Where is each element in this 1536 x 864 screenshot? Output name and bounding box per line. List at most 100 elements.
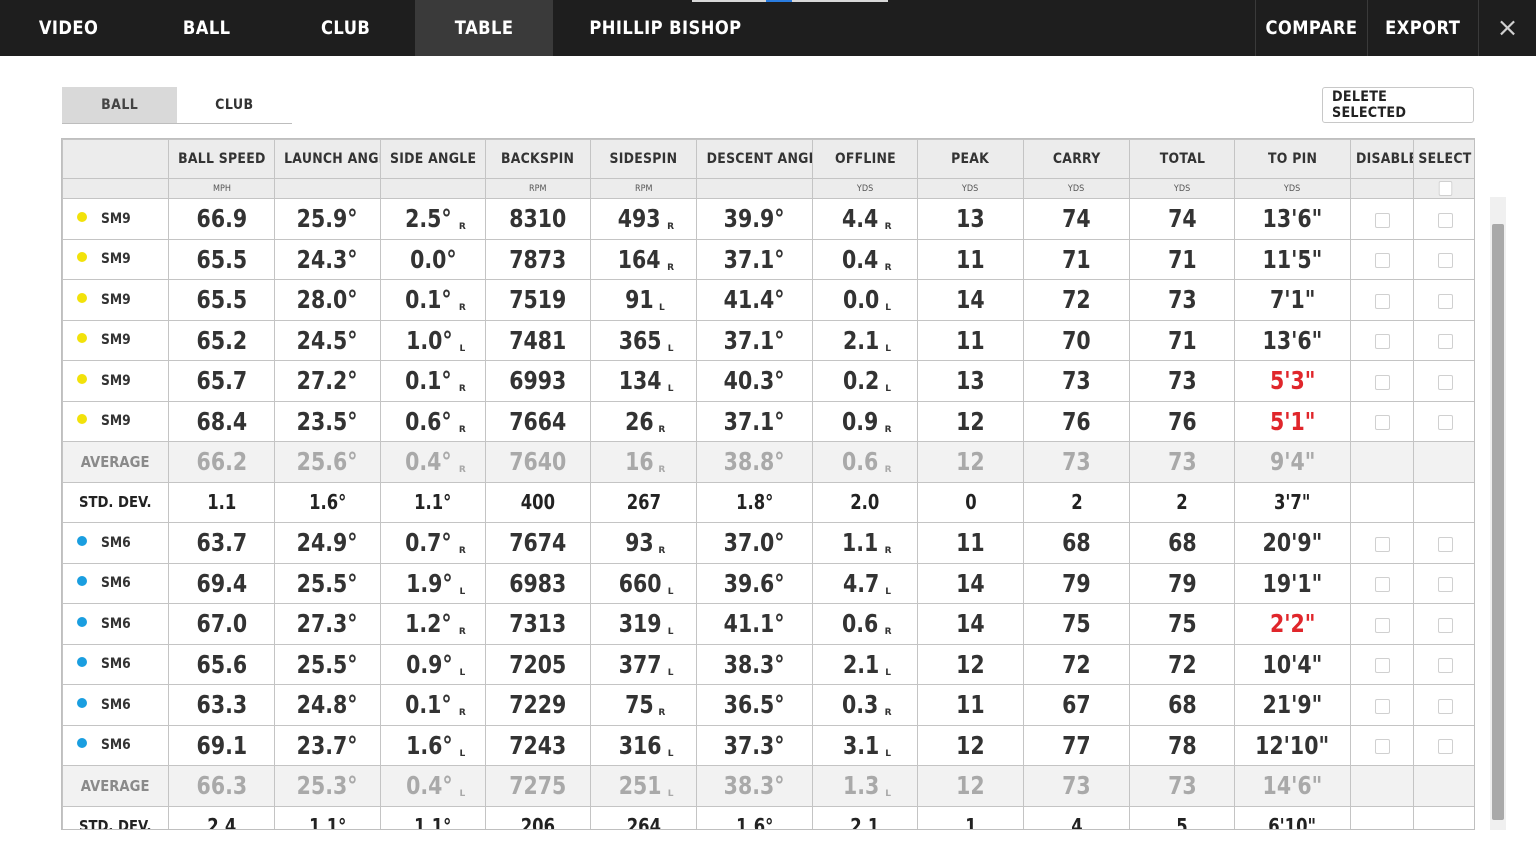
- column-header-ball-speed[interactable]: BALL SPEED: [168, 139, 275, 179]
- column-header-total[interactable]: TOTAL: [1129, 139, 1235, 179]
- column-header-backspin[interactable]: BACKSPIN: [485, 139, 591, 179]
- table-row[interactable]: SM9 65.7 27.2° 0.1° R 6993 134 L 40.3° 0.2 L 13 73 73…: [62, 360, 1474, 402]
- launch-angle-cell: 25.9°: [274, 198, 381, 240]
- table-row[interactable]: SM6 69.1 23.7° 1.6° L 7243 316 L 37.3° 3.1 L 12 77 78…: [62, 724, 1474, 766]
- table-row[interactable]: SM9 65.2 24.5° 1.0° L 7481 365 L 37.1° 2.1 L 11 70 71…: [62, 319, 1474, 361]
- cell-value: 20'9": [1262, 528, 1323, 558]
- disable-checkbox[interactable]: [1374, 577, 1390, 593]
- disable-checkbox[interactable]: [1374, 374, 1390, 390]
- cell-value: 67.0: [196, 609, 247, 639]
- select-checkbox[interactable]: [1437, 536, 1453, 552]
- table-body: SM9 66.9 25.9° 2.5° R 8310 493 R 39.9° 4.4 R 13 74 74…: [62, 198, 1474, 829]
- subtab-club[interactable]: CLUB: [177, 87, 292, 123]
- backspin-cell: 400: [485, 481, 591, 523]
- cell-value: 1.1°: [414, 490, 452, 515]
- column-header-disable[interactable]: DISABLE: [1350, 139, 1414, 179]
- direction-indicator: R: [458, 708, 466, 719]
- backspin-cell: 7481: [485, 319, 591, 361]
- disable-checkbox[interactable]: [1374, 253, 1390, 269]
- disable-cell: [1350, 360, 1414, 402]
- table-row[interactable]: SM9 65.5 28.0° 0.1° R 7519 91 L 41.4° 0.0 L 14 72 73 7…: [62, 279, 1474, 321]
- table-row[interactable]: SM9 65.5 24.3° 0.0° 7873 164 R 37.1° 0.4 R 11 71 71 1…: [62, 238, 1474, 280]
- disable-checkbox[interactable]: [1374, 334, 1390, 350]
- cell-value: 25.3°: [297, 771, 358, 801]
- tab-club[interactable]: CLUB: [276, 0, 415, 56]
- column-header-sidespin[interactable]: SIDESPIN: [590, 139, 697, 179]
- table-row[interactable]: SM9 66.9 25.9° 2.5° R 8310 493 R 39.9° 4.4 R 13 74 74…: [62, 198, 1474, 240]
- direction-indicator: L: [885, 586, 892, 597]
- disable-checkbox[interactable]: [1374, 698, 1390, 714]
- select-cell: [1413, 319, 1474, 361]
- column-header-club[interactable]: [62, 139, 169, 179]
- cell-value: 0.1°: [405, 366, 452, 396]
- table-row[interactable]: SM6 67.0 27.3° 1.2° R 7313 319 L 41.1° 0.6 R 14 75 75…: [62, 603, 1474, 645]
- column-header-peak[interactable]: PEAK: [917, 139, 1024, 179]
- disable-checkbox[interactable]: [1374, 658, 1390, 674]
- tab-video[interactable]: VIDEO: [0, 0, 137, 56]
- disable-checkbox[interactable]: [1374, 212, 1390, 228]
- table-row[interactable]: SM6 65.6 25.5° 0.9° L 7205 377 L 38.3° 2.1 L 12 72 72…: [62, 643, 1474, 685]
- select-checkbox[interactable]: [1437, 293, 1453, 309]
- select-checkbox[interactable]: [1437, 212, 1453, 228]
- select-checkbox[interactable]: [1437, 577, 1453, 593]
- direction-indicator: R: [884, 465, 892, 476]
- column-header-select[interactable]: SELECT: [1413, 139, 1474, 179]
- select-all-cell[interactable]: [1413, 178, 1474, 199]
- table-row[interactable]: SM9 68.4 23.5° 0.6° R 7664 26 R 37.1° 0.9 R 12 76 76 5…: [62, 400, 1474, 442]
- cell-value: 267: [626, 490, 661, 515]
- cell-value: 73: [1167, 771, 1197, 801]
- select-checkbox[interactable]: [1437, 739, 1453, 755]
- disable-checkbox[interactable]: [1374, 293, 1390, 309]
- select-checkbox[interactable]: [1437, 658, 1453, 674]
- sidespin-cell: 319 L: [590, 603, 697, 645]
- select-checkbox[interactable]: [1437, 253, 1453, 269]
- cell-value: 7674: [509, 528, 567, 558]
- cell-value: 68: [1167, 528, 1197, 558]
- carry-cell: 67: [1023, 684, 1130, 726]
- select-checkbox[interactable]: [1437, 698, 1453, 714]
- table-row[interactable]: SM6 69.4 25.5° 1.9° L 6983 660 L 39.6° 4.7 L 14 79 79…: [62, 562, 1474, 604]
- select-checkbox[interactable]: [1437, 617, 1453, 633]
- select-checkbox[interactable]: [1437, 334, 1453, 350]
- delete-selected-button[interactable]: DELETE SELECTED: [1322, 87, 1474, 123]
- empty-cell: [1350, 441, 1414, 483]
- tab-table[interactable]: TABLE: [415, 0, 553, 56]
- scrollbar-thumb[interactable]: [1492, 224, 1504, 820]
- club-name: SM9: [101, 210, 131, 227]
- select-checkbox[interactable]: [1437, 415, 1453, 431]
- column-header-offline[interactable]: OFFLINE: [812, 139, 918, 179]
- select-checkbox[interactable]: [1437, 374, 1453, 390]
- to-pin-cell: 11'5": [1234, 238, 1351, 280]
- subtab-ball[interactable]: BALL: [62, 87, 177, 123]
- disable-checkbox[interactable]: [1374, 415, 1390, 431]
- export-button[interactable]: EXPORT: [1367, 0, 1478, 56]
- cell-value: 65.5: [196, 244, 247, 274]
- column-header-to-pin[interactable]: TO PIN: [1234, 139, 1351, 179]
- cell-value: 1.1: [206, 490, 237, 515]
- tab-player[interactable]: PHILLIP BISHOP: [553, 0, 777, 56]
- ball-speed-cell: 67.0: [168, 603, 275, 645]
- tab-ball[interactable]: BALL: [137, 0, 276, 56]
- close-icon[interactable]: ×: [1478, 0, 1536, 56]
- column-header-side-angle[interactable]: SIDE ANGLE: [380, 139, 486, 179]
- backspin-cell: 7664: [485, 400, 591, 442]
- column-header-launch-angle[interactable]: LAUNCH ANGLE: [274, 139, 381, 179]
- cell-value: 11: [956, 325, 985, 355]
- club-cell: SM6: [62, 562, 169, 604]
- disable-checkbox[interactable]: [1374, 536, 1390, 552]
- cell-value: 7664: [509, 406, 567, 436]
- cell-value: 14: [956, 568, 985, 598]
- launch-angle-cell: 23.5°: [274, 400, 381, 442]
- to-pin-cell: 9'4": [1234, 441, 1351, 483]
- table-row[interactable]: SM6 63.3 24.8° 0.1° R 7229 75 R 36.5° 0.3 R 11 67 68 2…: [62, 684, 1474, 726]
- column-header-descent-angle[interactable]: DESCENT ANGLE: [696, 139, 813, 179]
- select-all-checkbox[interactable]: [1438, 181, 1452, 196]
- disable-checkbox[interactable]: [1374, 739, 1390, 755]
- disable-checkbox[interactable]: [1374, 617, 1390, 633]
- cell-value: 13'6": [1262, 325, 1323, 355]
- compare-button[interactable]: COMPARE: [1255, 0, 1367, 56]
- table-row[interactable]: SM6 63.7 24.9° 0.7° R 7674 93 R 37.0° 1.1 R 11 68 68 2…: [62, 522, 1474, 564]
- column-unit: [62, 178, 169, 199]
- column-header-label: PEAK: [951, 151, 990, 167]
- column-header-carry[interactable]: CARRY: [1023, 139, 1130, 179]
